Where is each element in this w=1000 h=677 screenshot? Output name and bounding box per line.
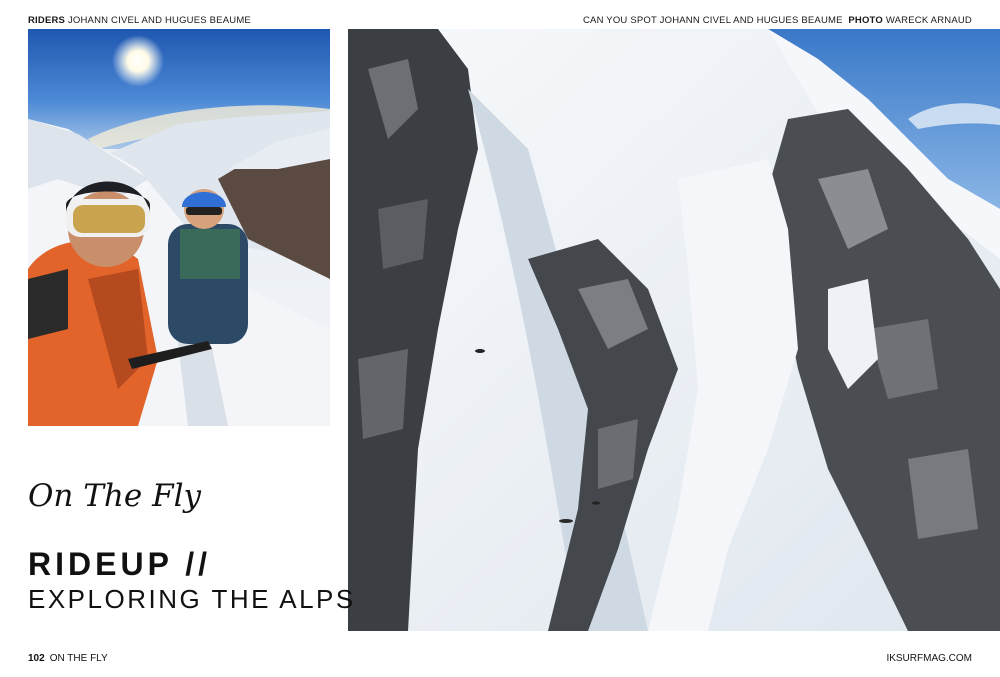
photo-caption-credit: CAN YOU SPOT JOHANN CIVEL AND HUGUES BEA… [583,15,972,26]
selfie-illustration [28,29,330,426]
caption-riders-label: RIDERS [28,15,66,26]
page-number: 102 [28,653,45,664]
caption-riders-names: JOHANN CIVEL AND HUGUES BEAUME [67,15,251,26]
mountain-aerial-photo [348,29,1000,631]
caption-question: CAN YOU SPOT JOHANN CIVEL AND HUGUES BEA… [582,15,843,26]
mountain-illustration [348,29,1000,631]
footer-website-link[interactable]: IKSURFMAG.COM [886,653,972,664]
article-subtitle: EXPLORING THE ALPS [28,584,356,614]
article-title: RIDEUP // [28,546,211,582]
footer-section: ON THE FLY [49,653,108,664]
caption-photographer: WARECK ARNAUD [885,15,972,26]
caption-photo-label: PHOTO [848,15,883,26]
section-kicker: On The Fly [28,478,202,514]
riders-selfie-photo [28,29,330,426]
page-footer-left: 102 ON THE FLY [28,653,108,664]
photo-caption-riders: RIDERS JOHANN CIVEL AND HUGUES BEAUME [28,15,251,26]
